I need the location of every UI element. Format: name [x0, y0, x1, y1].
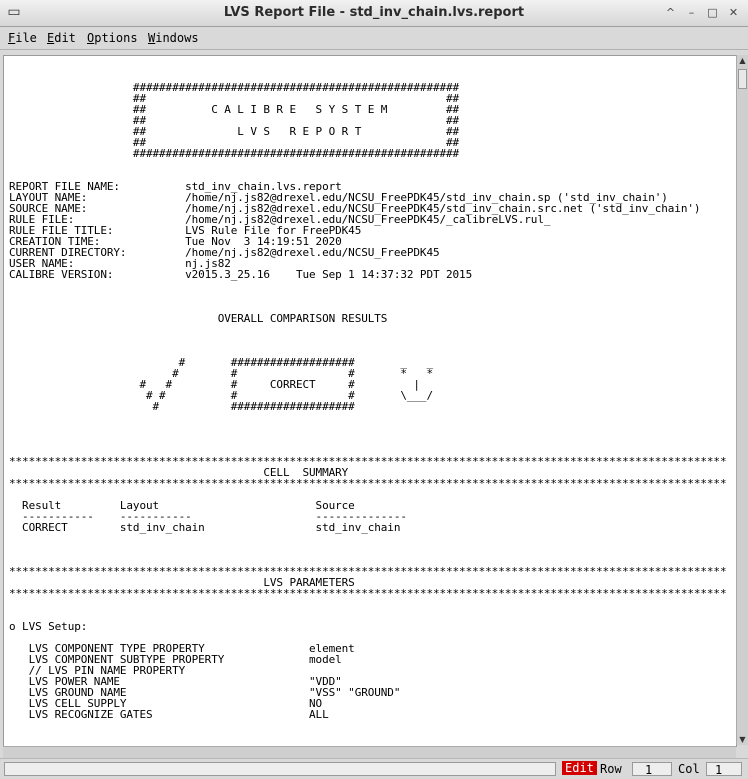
- row-field: 1: [632, 762, 672, 777]
- scroll-down-icon[interactable]: ▼: [737, 734, 748, 745]
- scroll-thumb[interactable]: [738, 69, 747, 89]
- edit-mode-badge: Edit: [562, 761, 597, 775]
- report-text[interactable]: ########################################…: [9, 60, 727, 720]
- report-text-area[interactable]: ########################################…: [3, 55, 737, 747]
- menu-windows[interactable]: Windows: [148, 31, 199, 45]
- col-label: Col: [678, 762, 700, 776]
- maximize-icon[interactable]: □: [704, 5, 721, 20]
- restore-icon[interactable]: ^: [662, 5, 679, 20]
- menu-options[interactable]: Options: [87, 31, 138, 45]
- minimize-icon[interactable]: –: [683, 5, 700, 20]
- status-bar: Edit Row 1 Col 1: [0, 758, 748, 779]
- title-bar[interactable]: ▭ LVS Report File - std_inv_chain.lvs.re…: [0, 0, 748, 27]
- row-value: 1: [645, 763, 653, 777]
- vertical-scrollbar[interactable]: ▲ ▼: [736, 55, 748, 745]
- row-label: Row: [600, 762, 622, 776]
- status-message-field: [4, 762, 556, 776]
- menu-bar: File Edit Options Windows: [0, 27, 748, 50]
- close-icon[interactable]: ✕: [725, 5, 742, 20]
- window-controls: ^ – □ ✕: [662, 5, 742, 20]
- horizontal-scrollbar[interactable]: [3, 746, 736, 758]
- lvs-report-window: ▭ LVS Report File - std_inv_chain.lvs.re…: [0, 0, 748, 779]
- menu-edit[interactable]: Edit: [47, 31, 76, 45]
- col-field: 1: [706, 762, 742, 777]
- scroll-up-icon[interactable]: ▲: [737, 55, 748, 66]
- menu-file[interactable]: File: [8, 31, 37, 45]
- window-title: LVS Report File - std_inv_chain.lvs.repo…: [223, 5, 525, 20]
- col-value: 1: [715, 763, 723, 777]
